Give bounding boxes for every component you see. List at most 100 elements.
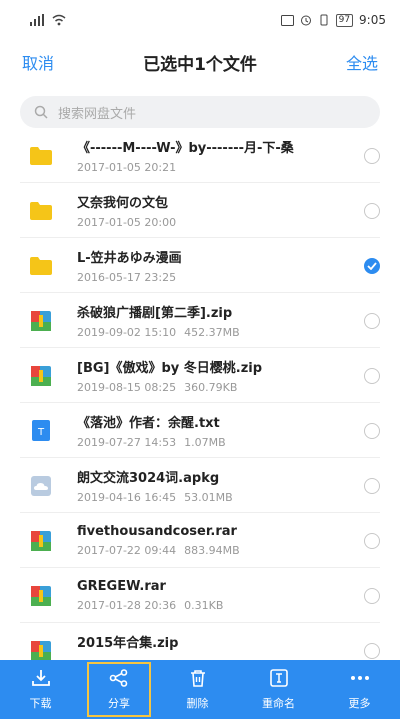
file-info: fivethousandcoser.rar 2017-07-22 09:44 883… [77,524,364,557]
toolbar-label: 分享 [108,696,130,710]
file-meta: 2019-04-16 16:45 53.01MB [77,491,364,504]
search-input[interactable]: 搜索网盘文件 [20,96,380,128]
search-placeholder: 搜索网盘文件 [58,106,137,122]
file-info: 又奈我何の文包 2017-01-05 20:00 [77,192,364,229]
status-bar: 97 9:05 [0,0,400,40]
checkbox[interactable] [364,422,380,439]
file-date: 2019-04-16 16:45 [77,491,177,504]
file-row[interactable]: L-笠井あゆみ漫画 2016-05-17 23:25 [0,238,400,293]
file-size: 883.94MB [184,544,240,557]
file-info: 朗文交流3024词.apkg 2019-04-16 16:45 53.01MB [77,467,364,504]
file-size: 0.31KB [184,599,224,612]
file-meta: 2017-01-28 20:36 0.31KB [77,599,364,612]
file-row[interactable]: 杀破狼广播剧[第二季].zip 2019-09-02 15:10 452.37MB [0,293,400,348]
file-date: 2017-01-05 20:21 [77,161,177,174]
checkbox[interactable] [364,532,380,549]
checkbox-checked[interactable] [364,257,380,274]
file-date: 2016-05-17 23:25 [77,271,177,284]
file-name: L-笠井あゆみ漫画 [77,251,182,266]
page-title: 已选中1个文件 [143,54,257,75]
folder-icon [30,201,52,220]
trash-icon [189,669,207,690]
file-meta: 2017-01-05 20:21 [77,161,364,174]
file-name: 朗文交流3024词.apkg [77,471,220,486]
file-size: 1.07MB [184,436,226,449]
checkbox[interactable] [364,642,380,659]
folder-icon [30,146,52,165]
message-icon [280,14,294,26]
checkbox[interactable] [364,312,380,329]
status-right: 97 9:05 [280,13,400,27]
file-list: 《------M----W-》by-------月-下-桑 2017-01-05 … [0,128,400,678]
toolbar-label: 下载 [29,696,52,710]
cloud-file-icon [30,475,52,496]
file-meta: 2017-07-22 09:44 883.94MB [77,544,364,557]
status-time: 9:05 [359,13,386,27]
file-date: 2017-01-28 20:36 [77,599,177,612]
file-meta: 2019-08-15 08:25 360.79KB [77,381,364,394]
folder-icon [30,256,52,275]
alarm-icon [300,15,311,26]
file-date: 2019-07-27 14:53 [77,436,177,449]
svg-text:T: T [37,427,45,438]
file-meta: 2017-01-05 20:00 [77,216,364,229]
file-size: 360.79KB [184,381,238,394]
archive-icon [30,585,52,606]
file-meta: 2019-09-02 15:10 452.37MB [77,326,364,339]
file-row[interactable]: 又奈我何の文包 2017-01-05 20:00 [0,183,400,238]
file-date: 2019-09-02 15:10 [77,326,177,339]
file-name: fivethousandcoser.rar [77,524,237,539]
file-name: 杀破狼广播剧[第二季].zip [77,306,233,321]
checkmark-icon [367,261,377,270]
toolbar-label: 更多 [348,696,371,710]
wifi-icon [52,14,66,26]
archive-icon [30,310,52,331]
checkbox[interactable] [364,147,380,164]
checkbox[interactable] [364,477,380,494]
status-left [0,14,66,26]
file-info: L-笠井あゆみ漫画 2016-05-17 23:25 [77,247,364,284]
rename-icon [269,668,288,690]
file-row[interactable]: fivethousandcoser.rar 2017-07-22 09:44 883… [0,513,400,568]
select-all-button[interactable]: 全选 [324,50,400,74]
search-icon [34,105,48,119]
file-name: 2015年合集.zip [77,636,179,651]
toolbar-download-button[interactable]: 下载 [0,660,81,719]
toolbar-trash-button[interactable]: 删除 [157,660,238,719]
file-info: 《落池》作者：余醒.txt 2019-07-27 14:53 1.07MB [77,412,364,449]
share-icon [109,668,129,690]
vibrate-icon [320,14,328,26]
signal-icon [30,14,44,26]
toolbar-share-button[interactable]: 分享 [87,662,151,717]
file-info: [BG]《傲戏》by 冬日樱桃.zip 2019-08-15 08:25 360.7… [77,357,364,394]
file-info: 杀破狼广播剧[第二季].zip 2019-09-02 15:10 452.37MB [77,302,364,339]
file-row[interactable]: 《------M----W-》by-------月-下-桑 2017-01-05 … [0,128,400,183]
file-row[interactable]: T 《落池》作者：余醒.txt 2019-07-27 14:53 1.07MB [0,403,400,458]
selection-header: 取消 已选中1个文件 全选 [0,40,400,84]
file-date: 2019-08-15 08:25 [77,381,177,394]
file-info: GREGEW.rar 2017-01-28 20:36 0.31KB [77,579,364,612]
toolbar-label: 重命名 [262,696,295,710]
checkbox[interactable] [364,202,380,219]
cancel-button[interactable]: 取消 [0,50,76,74]
file-meta: 2019-07-27 14:53 1.07MB [77,436,364,449]
checkbox[interactable] [364,367,380,384]
toolbar-rename-button[interactable]: 重命名 [238,660,319,719]
file-name: 《落池》作者：余醒.txt [77,416,220,431]
text-file-icon: T [30,420,52,441]
archive-icon [30,640,52,661]
file-row[interactable]: GREGEW.rar 2017-01-28 20:36 0.31KB [0,568,400,623]
file-size: 452.37MB [184,326,240,339]
file-name: [BG]《傲戏》by 冬日樱桃.zip [77,361,263,376]
file-date: 2017-07-22 09:44 [77,544,177,557]
checkbox[interactable] [364,587,380,604]
more-icon [350,669,370,690]
download-icon [31,669,51,690]
archive-icon [30,530,52,551]
toolbar-more-button[interactable]: 更多 [319,660,400,719]
file-row[interactable]: 朗文交流3024词.apkg 2019-04-16 16:45 53.01MB [0,458,400,513]
file-size: 53.01MB [184,491,233,504]
file-row[interactable]: [BG]《傲戏》by 冬日樱桃.zip 2019-08-15 08:25 360.7… [0,348,400,403]
bottom-toolbar: 下载 分享 删除 重命名 更多 [0,660,400,719]
file-meta: 2016-05-17 23:25 [77,271,364,284]
